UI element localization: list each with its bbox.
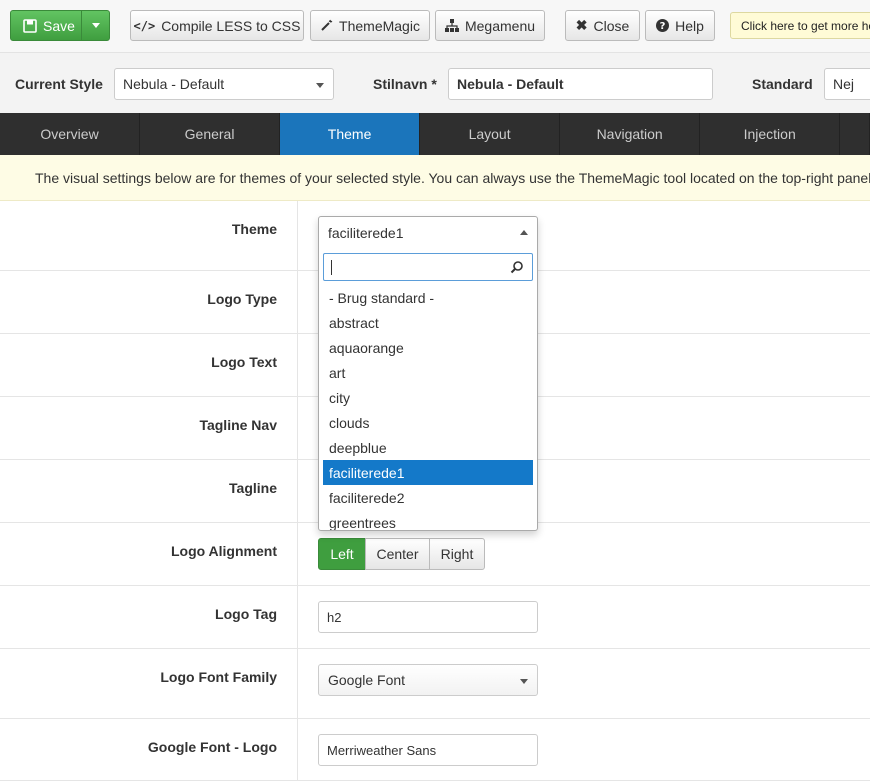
style-bar: Current Style Nebula - Default Stilnavn … (0, 52, 870, 113)
tab-layout[interactable]: Layout (420, 113, 561, 155)
option-city[interactable]: city (323, 385, 533, 410)
current-style-label: Current Style (15, 76, 103, 92)
close-button[interactable]: ✖ Close (565, 10, 640, 41)
help-tooltip[interactable]: Click here to get more he (730, 12, 870, 39)
option-faciliterede2[interactable]: faciliterede2 (323, 485, 533, 510)
logo-text-label: Logo Text (211, 354, 277, 370)
google-font-logo-row: Google Font - Logo Merriweather Sans (0, 719, 870, 781)
thememagic-button[interactable]: ThemeMagic (310, 10, 430, 41)
text-cursor (331, 260, 332, 275)
caret-down-icon (520, 679, 528, 684)
save-options-button[interactable] (81, 11, 109, 40)
google-font-logo-input[interactable]: Merriweather Sans (318, 734, 538, 766)
compile-less-label: Compile LESS to CSS (161, 17, 301, 34)
logo-font-family-value: Google Font (328, 672, 406, 688)
theme-option-list: - Brug standard - abstract aquaorange ar… (323, 285, 533, 530)
svg-text:?: ? (660, 21, 666, 32)
logo-alignment-group: Left Center Right (318, 538, 485, 570)
tab-overflow (840, 113, 870, 155)
stilnavn-label: Stilnavn * (373, 76, 437, 92)
logo-font-family-select[interactable]: Google Font (318, 664, 538, 696)
current-style-value: Nebula - Default (123, 76, 225, 92)
tab-navigation[interactable]: Navigation (560, 113, 701, 155)
save-button[interactable]: Save (10, 10, 110, 41)
tab-bar: Overview General Theme Layout Navigation… (0, 113, 870, 155)
thememagic-label: ThemeMagic (339, 17, 420, 34)
standard-select[interactable]: Nej (824, 68, 870, 100)
tab-overview[interactable]: Overview (0, 113, 141, 155)
caret-down-icon (316, 83, 324, 88)
option-faciliterede1[interactable]: faciliterede1 (323, 460, 533, 485)
logo-font-family-row: Logo Font Family Google Font (0, 649, 870, 719)
megamenu-label: Megamenu (464, 17, 536, 34)
google-font-logo-label: Google Font - Logo (147, 739, 277, 755)
search-icon (510, 261, 523, 274)
option-greentrees[interactable]: greentrees (323, 510, 533, 530)
option-clouds[interactable]: clouds (323, 410, 533, 435)
compile-less-button[interactable]: </> Compile LESS to CSS (130, 10, 304, 41)
toolbar: Save </> Compile LESS to CSS ThemeMagic … (0, 0, 870, 52)
tagline-label: Tagline (229, 480, 277, 496)
logo-font-family-label: Logo Font Family (160, 669, 277, 685)
align-center-button[interactable]: Center (365, 538, 430, 570)
save-icon (23, 18, 37, 33)
standard-label: Standard (752, 76, 813, 92)
tagline-nav-label: Tagline Nav (199, 417, 277, 433)
tab-general[interactable]: General (140, 113, 281, 155)
tab-injection[interactable]: Injection (700, 113, 841, 155)
option-brug-standard[interactable]: - Brug standard - (323, 285, 533, 310)
magic-wand-icon (321, 19, 333, 31)
option-deepblue[interactable]: deepblue (323, 435, 533, 460)
option-abstract[interactable]: abstract (323, 310, 533, 335)
sitemap-icon (444, 19, 459, 32)
theme-label: Theme (231, 221, 277, 237)
current-style-select[interactable]: Nebula - Default (114, 68, 334, 100)
caret-down-icon (91, 23, 100, 28)
question-circle-icon: ? (656, 19, 670, 32)
theme-search-input[interactable] (323, 253, 533, 281)
close-icon: ✖ (575, 17, 588, 33)
tab-theme[interactable]: Theme (280, 113, 421, 155)
logo-tag-input[interactable]: h2 (318, 601, 538, 633)
logo-tag-row: Logo Tag h2 (0, 586, 870, 649)
theme-select[interactable]: faciliterede1 (319, 217, 537, 249)
theme-select-value: faciliterede1 (328, 225, 404, 241)
save-label: Save (43, 17, 75, 34)
help-label: Help (675, 17, 704, 34)
megamenu-button[interactable]: Megamenu (435, 10, 545, 41)
option-aquaorange[interactable]: aquaorange (323, 335, 533, 360)
stilnavn-input[interactable]: Nebula - Default (448, 68, 713, 100)
align-left-button[interactable]: Left (318, 538, 366, 570)
info-notice: The visual settings below are for themes… (0, 155, 870, 201)
close-label: Close (593, 17, 630, 34)
align-right-button[interactable]: Right (429, 538, 485, 570)
theme-dropdown[interactable]: faciliterede1 - Brug standard - abstract… (318, 216, 538, 531)
logo-alignment-row: Logo Alignment Left Center Right (0, 523, 870, 586)
option-art[interactable]: art (323, 360, 533, 385)
logo-alignment-label: Logo Alignment (170, 543, 277, 559)
code-icon: </> (133, 18, 156, 33)
logo-tag-label: Logo Tag (215, 606, 277, 622)
caret-up-icon (520, 230, 528, 235)
help-button[interactable]: ? Help (645, 10, 715, 41)
logo-type-label: Logo Type (207, 291, 277, 307)
